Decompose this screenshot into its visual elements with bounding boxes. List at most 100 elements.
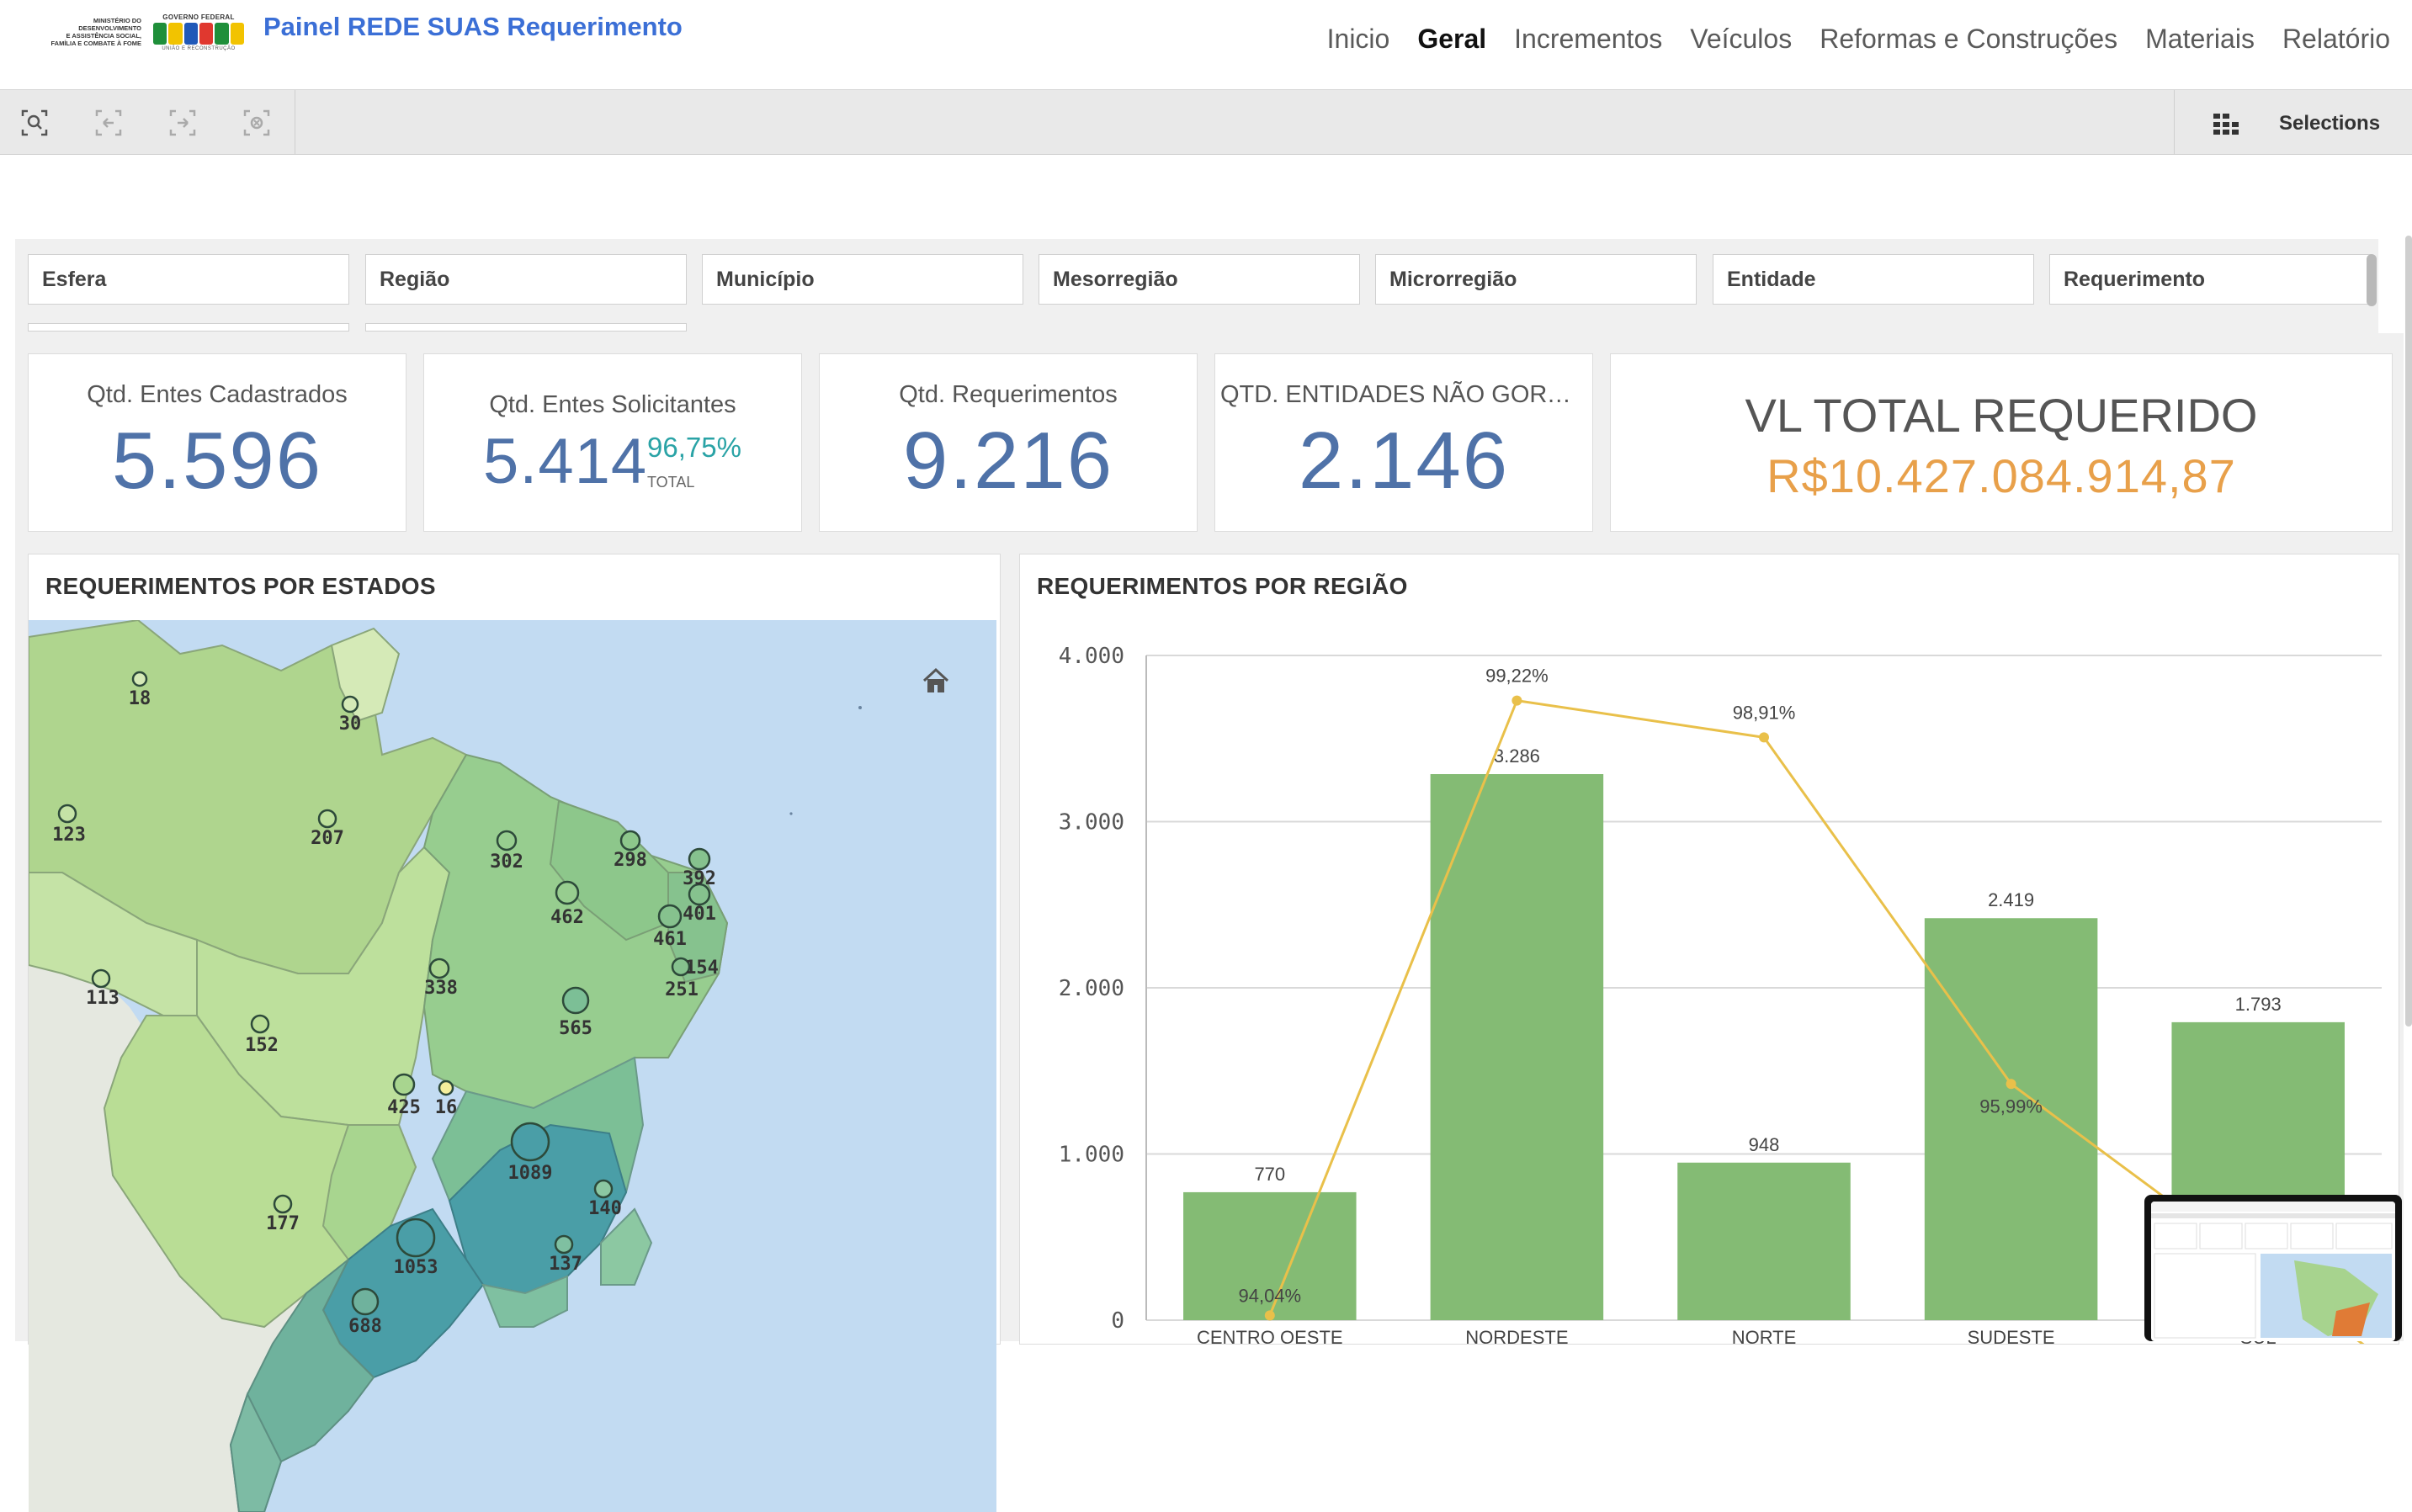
government-logo-bottom: UNIÃO E RECONSTRUÇÃO: [162, 46, 236, 51]
filter-row2-item[interactable]: [365, 323, 687, 332]
filter-row2-item[interactable]: [28, 323, 349, 332]
selections-button[interactable]: Selections: [2174, 90, 2412, 154]
bar[interactable]: [1430, 774, 1604, 1320]
x-tick-label: SUDESTE: [1968, 1327, 2055, 1344]
map-marker-label: 123: [52, 825, 86, 846]
bar-value-label: 3.286: [1494, 745, 1540, 767]
map-marker-label: 302: [490, 851, 523, 873]
map-marker-label: 1089: [508, 1163, 553, 1184]
map-marker-label: 338: [424, 978, 458, 999]
kpi-title: Qtd. Requerimentos: [899, 381, 1118, 408]
brazil-map[interactable]: 18 30 123 207 302 298 392 401 462 461 15…: [29, 620, 996, 1512]
clear-selections-icon[interactable]: [239, 105, 274, 141]
percent-label: 95,99%: [1979, 1096, 2043, 1117]
ministry-logo-line: DESENVOLVIMENTO: [78, 24, 141, 32]
map-marker-label: 251: [665, 979, 699, 1000]
filter-microrregiao[interactable]: Microrregião: [1375, 254, 1697, 305]
preview-content: [2151, 1202, 2395, 1341]
map-marker-label: 688: [348, 1316, 382, 1337]
dashboard-area: Qtd. Entes Cadastrados 5.596 Qtd. Entes …: [15, 333, 2404, 1512]
kpi-title: Qtd. Entes Cadastrados: [87, 381, 348, 408]
y-tick-label: 3.000: [1059, 810, 1124, 836]
percent-label: 99,22%: [1485, 666, 1549, 687]
nav-reformas[interactable]: Reformas e Construções: [1820, 24, 2117, 55]
map-marker-label: 392: [683, 868, 716, 889]
bar-value-label: 948: [1749, 1134, 1780, 1155]
kpi-value: R$10.427.084.914,87: [1766, 449, 2236, 502]
kpi-value: 2.146: [1298, 416, 1510, 506]
filter-requerimento[interactable]: Requerimento: [2049, 254, 2371, 305]
map-marker-label: 401: [683, 904, 716, 925]
percent-label: 94,04%: [1238, 1285, 1301, 1306]
toolbar: Selections: [0, 90, 2412, 155]
kpi-title: QTD. ENTIDADES NÃO GORVER...: [1220, 381, 1592, 408]
x-tick-label: CENTRO OESTE: [1197, 1327, 1343, 1344]
selections-grid-icon: [2213, 114, 2239, 135]
kpi-entes-cadastrados[interactable]: Qtd. Entes Cadastrados 5.596: [28, 353, 406, 532]
smart-search-icon[interactable]: [17, 105, 52, 141]
government-logo-top: GOVERNO FEDERAL: [162, 13, 235, 21]
kpi-title: Qtd. Entes Solicitantes: [489, 391, 736, 418]
y-tick-label: 2.000: [1059, 976, 1124, 1001]
government-logo: GOVERNO FEDERAL UNIÃO E RECONSTRUÇÃO: [151, 13, 246, 59]
app-header: MINISTÉRIO DO DESENVOLVIMENTO E ASSISTÊN…: [0, 0, 2412, 90]
filter-mesorregiao[interactable]: Mesorregião: [1039, 254, 1360, 305]
filter-bar-scrollbar[interactable]: [2367, 254, 2377, 306]
map-marker-label: 152: [245, 1035, 279, 1056]
map-marker-label: 16: [435, 1097, 458, 1118]
map-marker-label: 462: [550, 907, 584, 928]
kpi-entes-solicitantes[interactable]: Qtd. Entes Solicitantes 5.414 96,75% TOT…: [423, 353, 802, 532]
kpi-value: 5.414: [483, 426, 648, 497]
kpi-requerimentos[interactable]: Qtd. Requerimentos 9.216: [819, 353, 1198, 532]
app-title: Painel REDE SUAS Requerimento: [263, 12, 683, 41]
panel-title: REQUERIMENTOS POR ESTADOS: [45, 573, 436, 599]
percent-point: [1511, 695, 1522, 706]
percent-point: [1759, 732, 1769, 743]
map-panel: REQUERIMENTOS POR ESTADOS 18 30 123 207 …: [28, 554, 1001, 1512]
nav-materiais[interactable]: Materiais: [2145, 24, 2255, 55]
map-marker-label: 1053: [394, 1257, 438, 1278]
map-marker-label: 461: [653, 929, 687, 950]
page-scrollbar[interactable]: [2405, 236, 2412, 1027]
kpi-title: VL TOTAL REQUERIDO: [1745, 389, 2258, 442]
bar-value-label: 2.419: [1988, 889, 2034, 910]
filter-municipio[interactable]: Município: [702, 254, 1023, 305]
map-marker-label: 137: [549, 1254, 582, 1275]
nav-relatorio[interactable]: Relatório: [2282, 24, 2390, 55]
bar-value-label: 770: [1254, 1164, 1285, 1185]
step-forward-icon[interactable]: [165, 105, 200, 141]
nav-incrementos[interactable]: Incrementos: [1514, 24, 1662, 55]
bar[interactable]: [1677, 1162, 1851, 1320]
x-tick-label: NORDESTE: [1465, 1327, 1568, 1344]
nav-inicio[interactable]: Inicio: [1327, 24, 1390, 55]
percent-point: [1264, 1310, 1275, 1321]
dashboard-preview-thumbnail[interactable]: [2144, 1195, 2402, 1341]
map-canvas[interactable]: 18 30 123 207 302 298 392 401 462 461 15…: [29, 620, 996, 1512]
ministry-logo-line: E ASSISTÊNCIA SOCIAL,: [66, 32, 141, 40]
kpi-valor-total[interactable]: VL TOTAL REQUERIDO R$10.427.084.914,87: [1610, 353, 2393, 532]
home-icon[interactable]: [919, 664, 953, 698]
y-tick-label: 4.000: [1059, 644, 1124, 669]
brasil-logo-mark: [153, 23, 244, 45]
map-marker-label: 30: [339, 714, 362, 735]
map-marker-label: 565: [559, 1018, 592, 1039]
step-back-icon[interactable]: [91, 105, 126, 141]
filter-entidade[interactable]: Entidade: [1713, 254, 2034, 305]
kpi-value: 5.596: [111, 416, 323, 506]
map-marker-label: 154: [685, 958, 719, 979]
kpi-entidades[interactable]: QTD. ENTIDADES NÃO GORVER... 2.146: [1214, 353, 1593, 532]
nav-geral[interactable]: Geral: [1417, 24, 1486, 55]
map-marker-label: 140: [588, 1198, 622, 1219]
percent-point: [2006, 1079, 2016, 1090]
filter-esfera[interactable]: Esfera: [28, 254, 349, 305]
toolbar-actions: [0, 90, 295, 154]
bar[interactable]: [1924, 918, 2098, 1320]
ministry-logo-line: FAMÍLIA E COMBATE À FOME: [50, 40, 142, 47]
filter-bar: Esfera Região Município Mesorregião Micr…: [15, 239, 2378, 333]
filter-regiao[interactable]: Região: [365, 254, 687, 305]
y-tick-label: 0: [1111, 1308, 1124, 1334]
map-marker-label: 207: [311, 828, 344, 849]
map-marker-label: 298: [614, 850, 647, 871]
nav-veiculos[interactable]: Veículos: [1690, 24, 1792, 55]
percent-label: 98,91%: [1733, 702, 1796, 723]
